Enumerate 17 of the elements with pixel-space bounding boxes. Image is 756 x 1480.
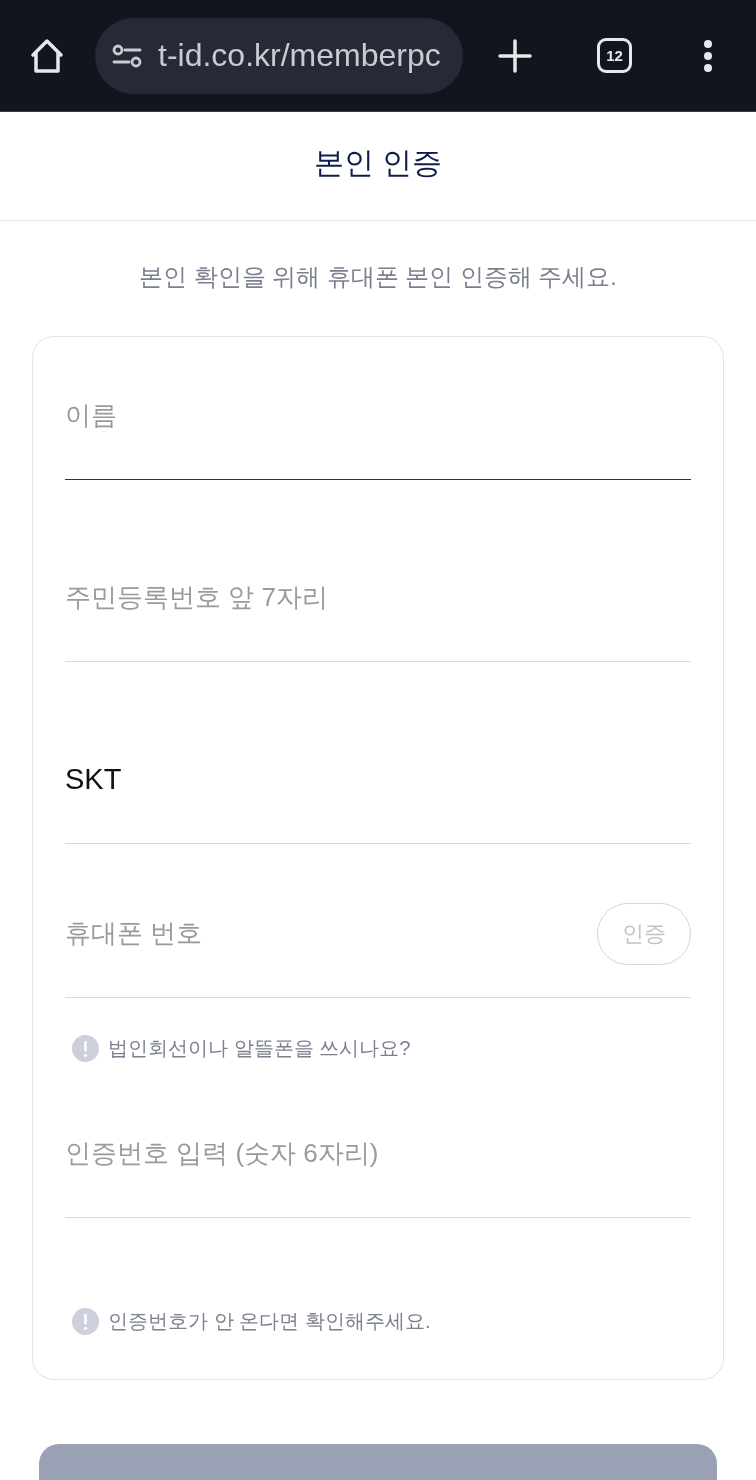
phone-number-field[interactable]: 휴대폰 번호	[65, 870, 597, 998]
address-bar[interactable]: t-id.co.kr/memberpc	[95, 17, 463, 94]
carrier-select[interactable]: SKT	[65, 716, 691, 844]
id-number-field[interactable]: 주민등록번호 앞 7자리	[65, 534, 691, 662]
sliders-icon[interactable]	[112, 43, 142, 68]
page-title: 본인 인증	[313, 145, 443, 181]
help-text: 인증번호가 안 온다면 확인해주세요.	[108, 1309, 431, 1334]
plus-icon[interactable]	[498, 38, 532, 73]
home-icon[interactable]	[30, 37, 64, 74]
help-text: 법인회선이나 알뜰폰을 쓰시나요?	[108, 1036, 411, 1061]
verification-code-field[interactable]: 인증번호 입력 (숫자 6자리)	[65, 1090, 691, 1218]
intro-text: 본인 확인을 위해 휴대폰 본인 인증해 주세요.	[138, 263, 618, 292]
info-icon	[72, 1034, 99, 1062]
name-field[interactable]: 이름	[65, 352, 691, 480]
info-icon	[72, 1307, 99, 1335]
menu-icon[interactable]	[704, 39, 712, 72]
tab-count-button[interactable]: 12	[597, 38, 632, 73]
